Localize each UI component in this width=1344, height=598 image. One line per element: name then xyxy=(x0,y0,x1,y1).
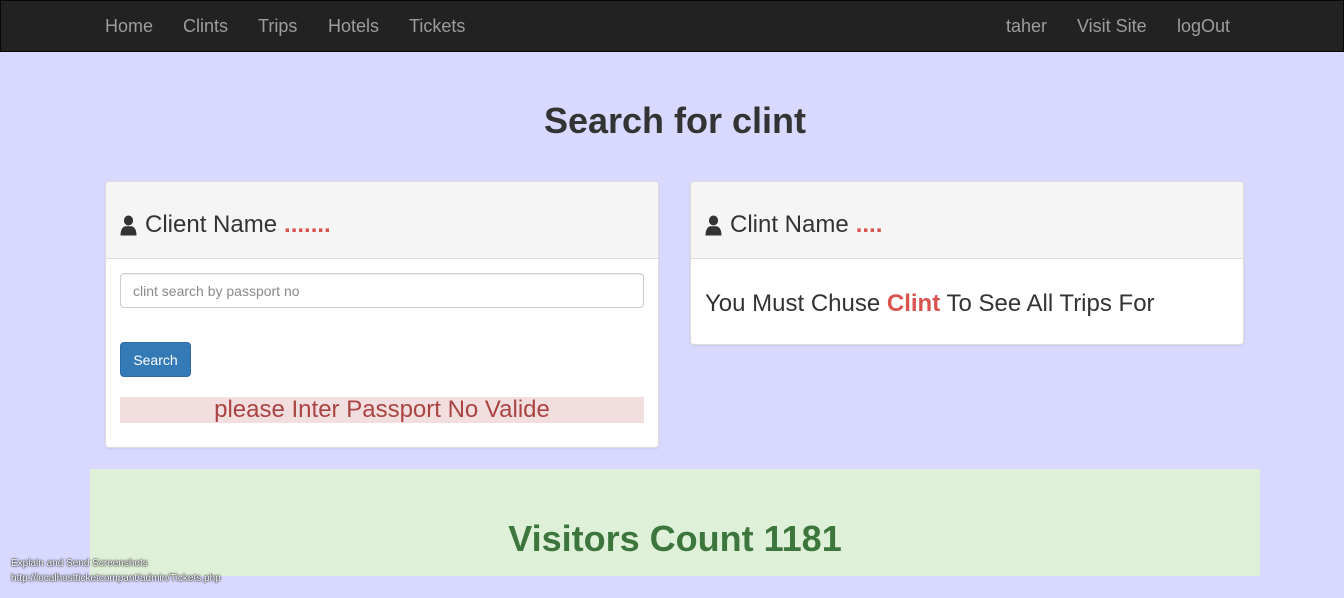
message-highlight: Clint xyxy=(886,290,941,317)
clint-name-heading: Clint Name xyxy=(730,211,849,238)
client-search-panel-heading: Client Name ....... xyxy=(106,182,658,259)
message-prefix: You Must Chuse xyxy=(705,290,881,317)
validation-error: please Inter Passport No Valide xyxy=(120,397,644,423)
client-name-heading: Client Name xyxy=(145,211,278,238)
user-icon xyxy=(120,215,137,235)
clint-name-dots: .... xyxy=(855,211,883,238)
select-client-message: You Must Chuse Clint To See All Trips Fo… xyxy=(705,290,1155,318)
nav-logout[interactable]: logOut xyxy=(1177,15,1230,37)
nav-user-taher[interactable]: taher xyxy=(1006,15,1047,37)
navbar: Home Clints Trips Hotels Tickets taher V… xyxy=(0,0,1344,52)
nav-tickets[interactable]: Tickets xyxy=(409,15,465,37)
passport-search-input[interactable] xyxy=(120,273,644,308)
visitors-count: Visitors Count 1181 xyxy=(508,518,842,559)
search-button[interactable]: Search xyxy=(120,342,191,377)
screenshot-tool-label: Explain and Send Screenshots xyxy=(11,558,148,569)
visitors-count-panel: Visitors Count 1181 xyxy=(90,469,1260,576)
client-name-dots: ....... xyxy=(284,211,331,238)
client-search-panel: Client Name ....... Search please Inter … xyxy=(105,181,659,448)
client-trips-panel: Clint Name .... You Must Chuse Clint To … xyxy=(690,181,1244,345)
client-trips-panel-heading: Clint Name .... xyxy=(691,182,1243,259)
page-title: Search for clint xyxy=(543,100,807,141)
nav-hotels[interactable]: Hotels xyxy=(328,15,379,37)
nav-clints[interactable]: Clints xyxy=(183,15,228,37)
nav-visit-site[interactable]: Visit Site xyxy=(1077,15,1147,37)
message-suffix: To See All Trips For xyxy=(946,290,1155,317)
screenshot-tool-url: http://localhostticketcompant/admin/Tick… xyxy=(11,573,221,584)
user-icon xyxy=(705,215,722,235)
nav-trips[interactable]: Trips xyxy=(258,15,297,37)
nav-home[interactable]: Home xyxy=(105,15,153,37)
